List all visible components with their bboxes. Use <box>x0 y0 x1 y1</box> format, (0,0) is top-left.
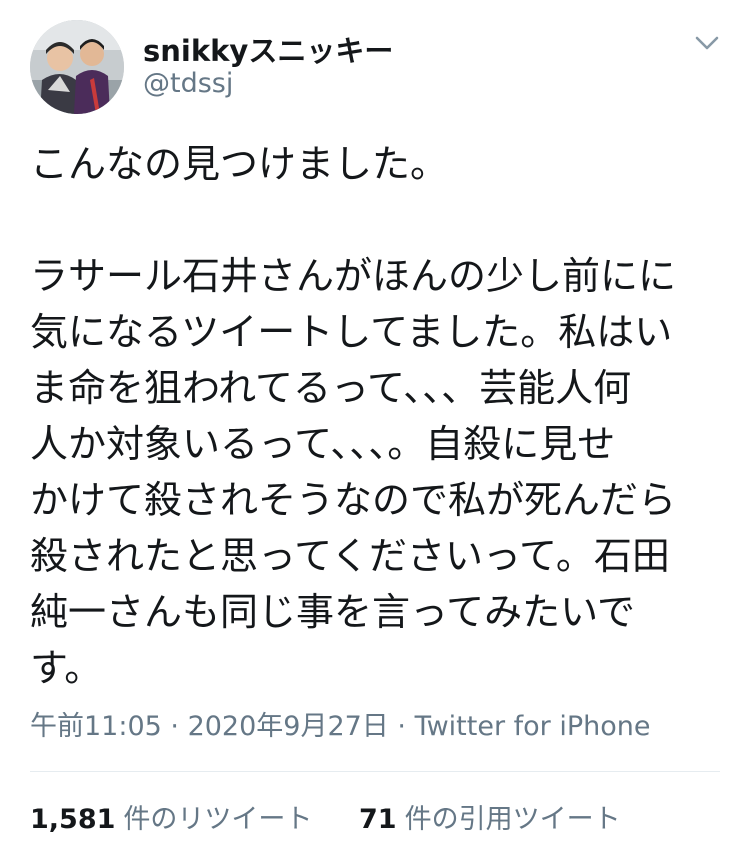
tweet-date[interactable]: 2020年9月27日 <box>188 711 389 742</box>
tweet-line: 殺されたと思ってくださいって。石田 <box>30 534 670 578</box>
tweet-line: ラサール石井さんがほんの少し前にに <box>30 254 677 298</box>
tweet-text: こんなの見つけました。 ラサール石井さんがほんの少し前にに 気になるツイートしてま… <box>30 136 720 696</box>
tweet-line: す。 <box>30 646 103 690</box>
tweet-source[interactable]: Twitter for iPhone <box>415 711 651 742</box>
retweets-count: 1,581 <box>30 804 116 835</box>
divider <box>30 771 720 772</box>
meta-separator: · <box>388 711 415 742</box>
tweet-header: snikkyスニッキー @tdssj <box>0 0 750 120</box>
tweet-line: 純一さんも同じ事を言ってみたいで <box>30 590 635 634</box>
tweet-line: こんなの見つけました。 <box>30 142 449 186</box>
tweet-line: 気になるツイートしてました。私はい <box>30 310 673 354</box>
avatar-image <box>30 20 124 114</box>
user-handle[interactable]: @tdssj <box>143 68 233 99</box>
tweet-time[interactable]: 午前11:05 <box>30 711 162 742</box>
meta-separator: · <box>161 711 188 742</box>
display-name[interactable]: snikkyスニッキー <box>143 28 393 70</box>
tweet-line: ま命を狙われてるって、、、芸能人何 <box>30 366 632 410</box>
quotes-label: 件の引用ツイート <box>404 804 621 835</box>
tweet-line: 人か対象いるって、、、。自殺に見せ <box>30 422 616 466</box>
quotes-count: 71 <box>359 804 397 835</box>
retweets-stat[interactable]: 1,581 件のリツイート <box>30 797 312 836</box>
quotes-stat[interactable]: 71 件の引用ツイート <box>359 797 621 836</box>
chevron-down-icon[interactable] <box>690 28 724 58</box>
tweet-stats: 1,581 件のリツイート 71 件の引用ツイート <box>30 797 621 836</box>
avatar[interactable] <box>30 20 124 114</box>
retweets-label: 件のリツイート <box>123 804 313 835</box>
tweet-line <box>30 192 720 248</box>
tweet-line: かけて殺されそうなので私が死んだら <box>30 478 677 522</box>
tweet-meta: 午前11:05 · 2020年9月27日 · Twitter for iPhon… <box>30 704 650 743</box>
